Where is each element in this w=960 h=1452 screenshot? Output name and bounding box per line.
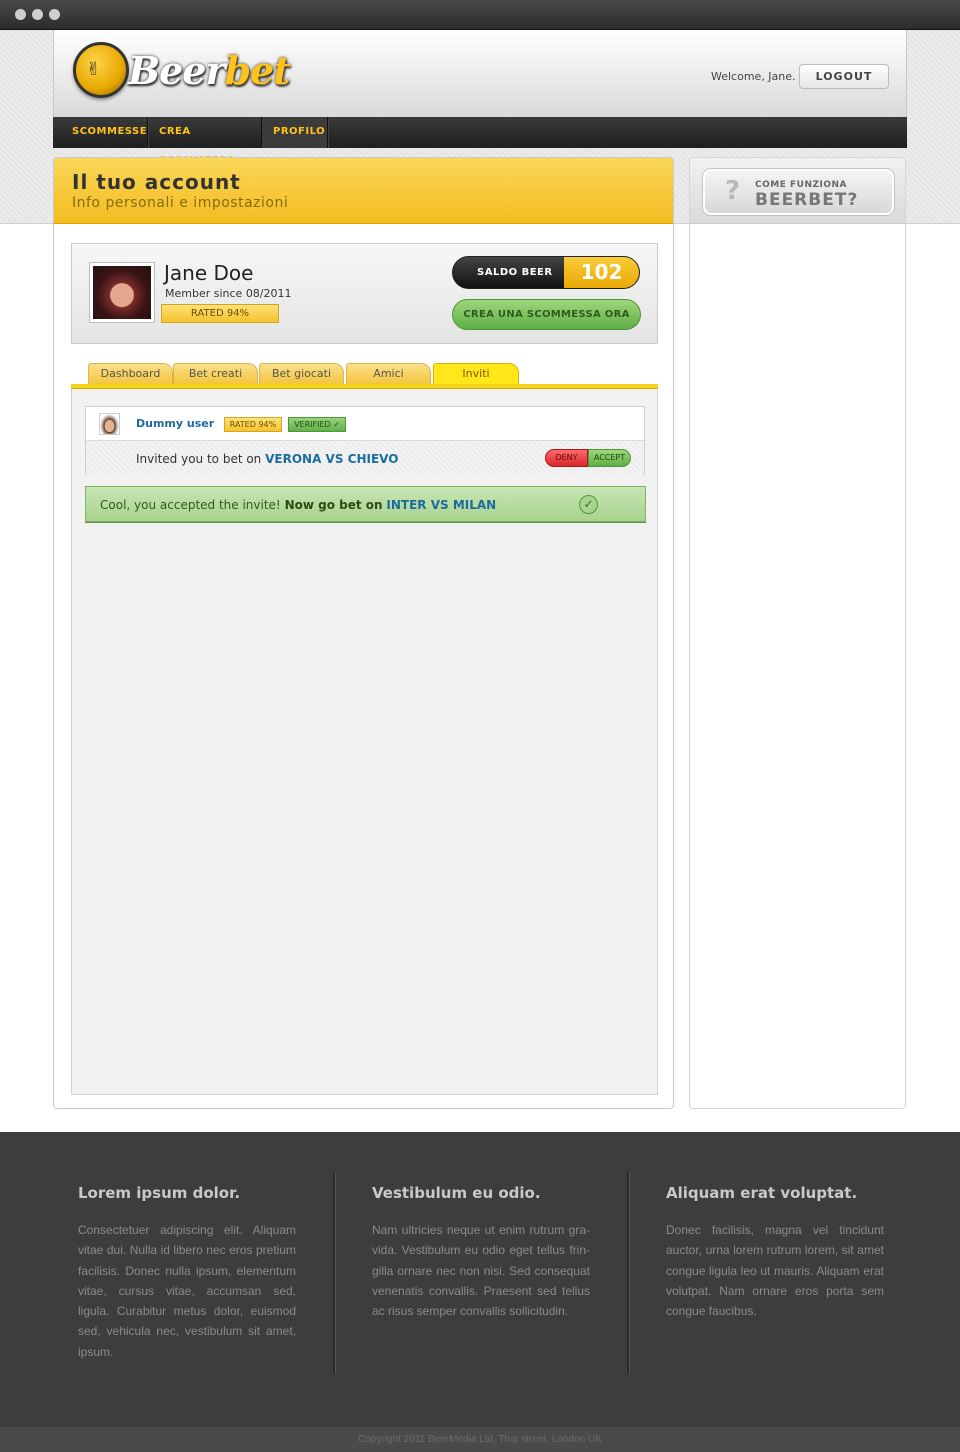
success-message-text: Cool, you accepted the invite! — [100, 498, 281, 512]
footer-column-title: Aliquam erat voluptat. — [666, 1184, 858, 1202]
how-it-works-big: BEERBET? — [755, 190, 859, 210]
invite-header: Dummy user RATED 94% VERIFIED ✓ — [86, 407, 644, 441]
tab-bet-creati[interactable]: Bet creati — [173, 363, 258, 385]
main-nav: SCOMMESSE CREA SCOMMESSA PROFILO — [53, 117, 907, 166]
footer-column-3: Aliquam erat voluptat. Donec facilisis, … — [666, 1184, 884, 1321]
success-message: Cool, you accepted the invite! Now go be… — [85, 486, 646, 522]
member-since: Member since 08/2011 — [165, 287, 292, 300]
profile-card: Jane Doe Member since 08/2011 RATED 94% … — [71, 243, 658, 344]
how-it-works-small: COME FUNZIONA — [755, 180, 848, 190]
invite-verified-badge: VERIFIED ✓ — [288, 417, 346, 432]
profile-name: Jane Doe — [164, 261, 254, 285]
deny-button[interactable]: DENY — [545, 449, 588, 467]
beer-balance-value: 102 — [564, 257, 639, 288]
invite-card: Dummy user RATED 94% VERIFIED ✓ Invited … — [85, 406, 645, 475]
logo-wordmark[interactable]: Beerbet — [128, 48, 291, 93]
site-header: ✌ Beerbet Welcome, Jane. LOGOUT — [53, 30, 907, 117]
invite-message: Invited you to bet on VERONA VS CHIEVO — [136, 452, 398, 466]
invite-rating-badge: RATED 94% — [224, 417, 282, 432]
success-text: Cool, you accepted the invite! Now go be… — [100, 498, 496, 512]
footer-column-title: Lorem ipsum dolor. — [78, 1184, 241, 1202]
tab-dashboard[interactable]: Dashboard — [88, 363, 173, 385]
invite-user-avatar[interactable] — [99, 413, 120, 435]
window-close-dot[interactable] — [15, 9, 26, 20]
tab-content: Dummy user RATED 94% VERIFIED ✓ Invited … — [71, 389, 658, 1095]
footer-column-text: Consectetuer adipiscing elit. Aliquam vi… — [78, 1223, 296, 1359]
footer-column-title: Vestibulum eu odio. — [372, 1184, 541, 1202]
footer-divider — [627, 1172, 629, 1374]
logo-hand-icon[interactable]: ✌ — [73, 42, 129, 98]
sidebar: ? COME FUNZIONA BEERBET? — [689, 157, 906, 1109]
logout-button[interactable]: LOGOUT — [799, 64, 889, 89]
sidebar-header: ? COME FUNZIONA BEERBET? — [690, 158, 905, 224]
how-it-works-button[interactable]: ? COME FUNZIONA BEERBET? — [703, 169, 894, 215]
window-zoom-dot[interactable] — [49, 9, 60, 20]
footer-column-text: Donec facilisis, magna vel tincidunt auc… — [666, 1223, 884, 1319]
nav-item-scommesse[interactable]: SCOMMESSE — [53, 117, 148, 148]
invite-body: Invited you to bet on VERONA VS CHIEVO D… — [86, 441, 644, 475]
nav-item-profilo[interactable]: PROFILO — [262, 117, 328, 148]
beer-balance: SALDO BEER 102 — [452, 256, 640, 289]
checkmark-icon: ✓ — [333, 420, 340, 429]
question-mark-icon: ? — [725, 176, 741, 206]
create-bet-button[interactable]: CREA UNA SCOMMESSA ORA — [452, 299, 641, 330]
nav-item-crea-scommessa[interactable]: CREA SCOMMESSA — [148, 117, 262, 166]
beer-balance-label: SALDO BEER — [477, 267, 553, 278]
page-subtitle: Info personali e impostazioni — [72, 195, 289, 211]
avatar-photo — [93, 266, 151, 319]
check-circle-icon: ✓ — [579, 495, 598, 514]
footer: Lorem ipsum dolor. Consectetuer adipisci… — [0, 1132, 960, 1427]
account-panel: Il tuo account Info personali e impostaz… — [53, 157, 674, 1109]
page-title: Il tuo account — [72, 170, 241, 194]
account-title-bar: Il tuo account Info personali e impostaz… — [54, 158, 673, 224]
invite-user-name[interactable]: Dummy user — [136, 417, 214, 430]
rating-badge: RATED 94% — [161, 304, 279, 323]
tab-bet-giocati[interactable]: Bet giocati — [259, 363, 344, 385]
window-minimize-dot[interactable] — [32, 9, 43, 20]
avatar[interactable] — [89, 262, 155, 323]
copyright: Copyright 2011 BeerMedia Ltd, That stree… — [0, 1427, 960, 1452]
footer-divider — [333, 1172, 335, 1374]
window-titlebar — [0, 0, 960, 30]
success-cta-text: Now go bet on — [284, 498, 383, 512]
invite-match-link[interactable]: VERONA VS CHIEVO — [265, 452, 398, 466]
logo-text-beer: Beer — [128, 48, 225, 93]
welcome-text: Welcome, Jane. — [711, 70, 796, 83]
success-match-link[interactable]: INTER VS MILAN — [386, 498, 496, 512]
footer-column-text: Nam ultricies neque ut enim rutrum gra-v… — [372, 1223, 590, 1319]
verified-label: VERIFIED — [294, 420, 331, 429]
logo-text-bet: bet — [224, 48, 291, 93]
footer-column-2: Vestibulum eu odio. Nam ultricies neque … — [372, 1184, 590, 1321]
invite-text: Invited you to bet on — [136, 452, 262, 466]
footer-column-1: Lorem ipsum dolor. Consectetuer adipisci… — [78, 1184, 296, 1362]
accept-button[interactable]: ACCEPT — [588, 449, 631, 467]
tab-amici[interactable]: Amici — [346, 363, 431, 385]
